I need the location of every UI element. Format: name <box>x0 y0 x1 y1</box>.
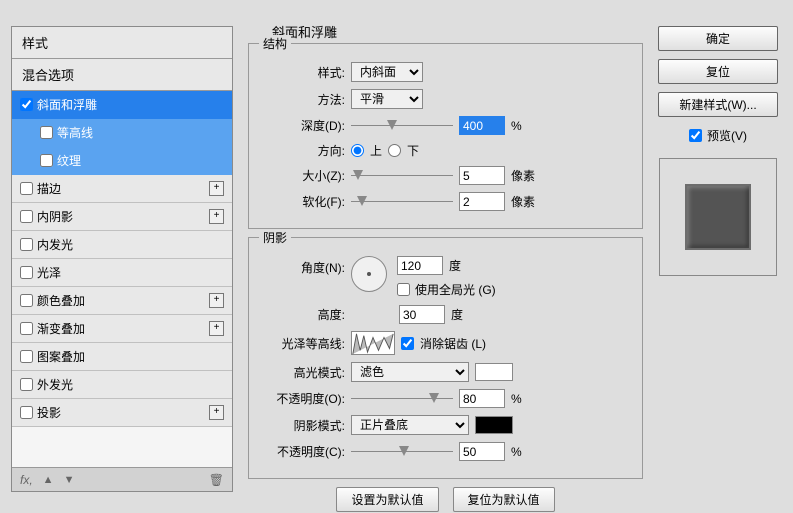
add-gradientoverlay-button[interactable]: + <box>209 321 224 336</box>
styles-list-panel: 样式 混合选项 斜面和浮雕 等高线 纹理 描边 + 内阴影 + 内发光 光泽 颜… <box>11 26 233 492</box>
shadow-opacity-label: 不透明度(C): <box>259 443 345 460</box>
antialias-checkbox[interactable] <box>401 337 414 350</box>
highlight-opacity-input[interactable] <box>459 389 505 408</box>
add-stroke-button[interactable]: + <box>209 181 224 196</box>
style-check-bevel[interactable] <box>20 98 33 111</box>
move-down-icon[interactable]: ▼ <box>64 474 75 486</box>
global-light-checkbox[interactable] <box>397 283 410 296</box>
style-row-stroke[interactable]: 描边 + <box>12 175 232 203</box>
trash-icon[interactable]: 🗑 <box>209 473 224 487</box>
style-row-gradientoverlay[interactable]: 渐变叠加 + <box>12 315 232 343</box>
style-check-coloroverlay[interactable] <box>20 294 33 307</box>
settings-panel: 斜面和浮雕 结构 样式: 内斜面 方法: 平滑 深度(D): % 方向: 上 下… <box>248 22 643 512</box>
gloss-contour-picker[interactable] <box>351 331 395 355</box>
style-row-satin[interactable]: 光泽 <box>12 259 232 287</box>
style-row-patternoverlay[interactable]: 图案叠加 <box>12 343 232 371</box>
style-check-innershadow[interactable] <box>20 210 33 223</box>
highlight-mode-label: 高光模式: <box>259 364 345 381</box>
direction-label: 方向: <box>259 142 345 159</box>
angle-input[interactable] <box>397 256 443 275</box>
panel-title: 斜面和浮雕 <box>272 22 643 41</box>
style-row-coloroverlay[interactable]: 颜色叠加 + <box>12 287 232 315</box>
angle-label: 角度(N): <box>259 259 345 276</box>
add-dropshadow-button[interactable]: + <box>209 405 224 420</box>
style-row-texture[interactable]: 纹理 <box>12 147 232 175</box>
right-button-panel: 确定 复位 新建样式(W)... 预览(V) <box>657 26 779 276</box>
highlight-mode-select[interactable]: 滤色 <box>351 362 469 382</box>
move-up-icon[interactable]: ▲ <box>43 474 54 486</box>
depth-slider[interactable] <box>351 119 453 133</box>
size-input[interactable] <box>459 166 505 185</box>
ok-button[interactable]: 确定 <box>658 26 778 51</box>
style-check-patternoverlay[interactable] <box>20 350 33 363</box>
preview-box <box>659 158 777 276</box>
highlight-color-swatch[interactable] <box>475 363 513 381</box>
direction-up-radio[interactable] <box>351 144 364 157</box>
style-row-outerglow[interactable]: 外发光 <box>12 371 232 399</box>
styles-header: 样式 <box>12 27 232 59</box>
structure-group: 结构 样式: 内斜面 方法: 平滑 深度(D): % 方向: 上 下 大小(Z)… <box>248 43 643 229</box>
set-default-button[interactable]: 设置为默认值 <box>336 487 438 512</box>
method-label: 方法: <box>259 91 345 108</box>
blending-options-row[interactable]: 混合选项 <box>12 59 232 91</box>
highlight-opacity-label: 不透明度(O): <box>259 390 345 407</box>
style-row-bevel[interactable]: 斜面和浮雕 <box>12 91 232 119</box>
size-label: 大小(Z): <box>259 167 345 184</box>
direction-down-radio[interactable] <box>388 144 401 157</box>
style-select[interactable]: 内斜面 <box>351 62 423 82</box>
new-style-button[interactable]: 新建样式(W)... <box>658 92 778 117</box>
soften-label: 软化(F): <box>259 193 345 210</box>
method-select[interactable]: 平滑 <box>351 89 423 109</box>
style-label: 样式: <box>259 64 345 81</box>
style-check-outerglow[interactable] <box>20 378 33 391</box>
shading-legend: 阴影 <box>259 229 291 246</box>
reset-default-button[interactable]: 复位为默认值 <box>453 487 555 512</box>
style-row-innershadow[interactable]: 内阴影 + <box>12 203 232 231</box>
style-row-contour[interactable]: 等高线 <box>12 119 232 147</box>
shadow-mode-label: 阴影模式: <box>259 417 345 434</box>
altitude-input[interactable] <box>399 305 445 324</box>
structure-legend: 结构 <box>259 35 291 52</box>
soften-slider[interactable] <box>351 195 453 209</box>
style-row-innerglow[interactable]: 内发光 <box>12 231 232 259</box>
preview-checkbox[interactable] <box>689 129 702 142</box>
style-check-contour[interactable] <box>40 126 53 139</box>
shadow-opacity-input[interactable] <box>459 442 505 461</box>
style-check-innerglow[interactable] <box>20 238 33 251</box>
angle-dial[interactable] <box>351 256 387 292</box>
highlight-opacity-slider[interactable] <box>351 392 453 406</box>
add-coloroverlay-button[interactable]: + <box>209 293 224 308</box>
style-check-gradientoverlay[interactable] <box>20 322 33 335</box>
size-slider[interactable] <box>351 169 453 183</box>
fx-icon[interactable]: fx, <box>20 473 33 487</box>
depth-input[interactable] <box>459 116 505 135</box>
soften-input[interactable] <box>459 192 505 211</box>
style-check-dropshadow[interactable] <box>20 406 33 419</box>
style-row-dropshadow[interactable]: 投影 + <box>12 399 232 427</box>
style-check-satin[interactable] <box>20 266 33 279</box>
style-check-texture[interactable] <box>40 154 53 167</box>
cancel-button[interactable]: 复位 <box>658 59 778 84</box>
preview-swatch <box>685 184 751 250</box>
add-innershadow-button[interactable]: + <box>209 209 224 224</box>
styles-footer: fx, ▲ ▼ 🗑 <box>12 467 232 491</box>
depth-label: 深度(D): <box>259 117 345 134</box>
style-check-stroke[interactable] <box>20 182 33 195</box>
altitude-label: 高度: <box>259 306 345 323</box>
shadow-opacity-slider[interactable] <box>351 445 453 459</box>
gloss-contour-label: 光泽等高线: <box>259 335 345 352</box>
shading-group: 阴影 角度(N): 度 使用全局光 (G) 高度: 度 光泽等高线: <box>248 237 643 479</box>
shadow-mode-select[interactable]: 正片叠底 <box>351 415 469 435</box>
preview-label: 预览(V) <box>707 127 747 144</box>
shadow-color-swatch[interactable] <box>475 416 513 434</box>
